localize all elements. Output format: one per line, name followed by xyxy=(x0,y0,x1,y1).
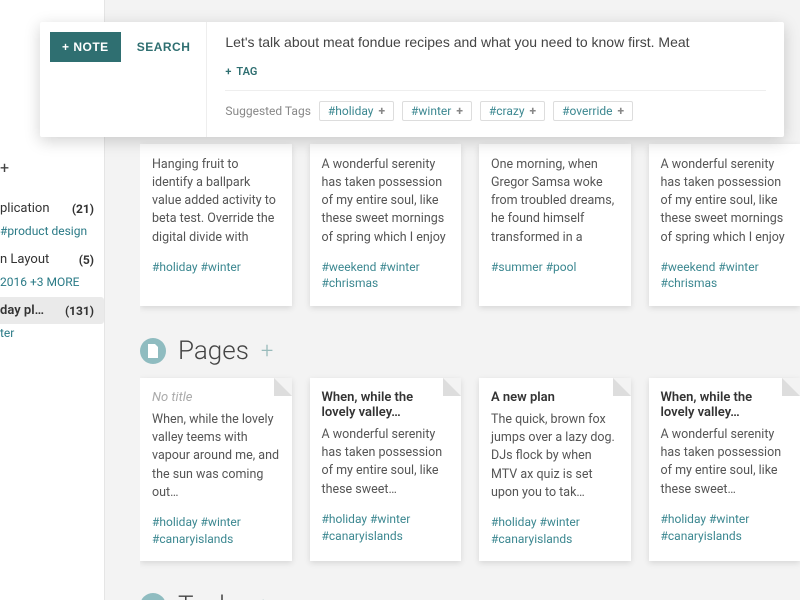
sidebar-item-count: (21) xyxy=(72,202,94,216)
note-card[interactable]: A wonderful serenity has taken possessio… xyxy=(649,144,800,306)
fold-icon xyxy=(613,378,631,396)
card-body: A wonderful serenity has taken possessio… xyxy=(322,426,450,499)
card-body: The quick, brown fox jumps over a lazy d… xyxy=(491,411,619,502)
suggested-label: Suggested Tags xyxy=(225,104,311,118)
note-card[interactable]: One morning, when Gregor Samsa woke from… xyxy=(479,144,631,306)
fold-icon xyxy=(782,378,800,396)
compose-input[interactable] xyxy=(225,32,766,60)
sidebar-item-sub[interactable]: ter xyxy=(0,324,104,348)
card-title: No title xyxy=(152,390,280,405)
sidebar-item-label: day pl… xyxy=(0,303,44,318)
notes-cards: Hanging fruit to identify a ballpark val… xyxy=(140,232,800,306)
divider xyxy=(225,90,766,91)
fold-icon xyxy=(443,378,461,396)
search-button[interactable]: SEARCH xyxy=(131,32,197,62)
composer-bar: + NOTE SEARCH + TAG Suggested Tags #holi… xyxy=(40,22,784,137)
card-tags: #summer #pool xyxy=(491,259,619,276)
sidebar-item-label: n Layout xyxy=(0,252,49,267)
page-card[interactable]: When, while the lovely valley… A wonderf… xyxy=(310,378,462,561)
sidebar-item-label: plication xyxy=(0,201,50,216)
sidebar-item-count: (131) xyxy=(65,304,94,318)
suggested-tag-chip[interactable]: #override+ xyxy=(553,101,633,121)
card-title: When, while the lovely valley… xyxy=(661,390,789,420)
page-icon xyxy=(140,338,166,364)
sidebar-item-sub[interactable]: #product design xyxy=(0,222,104,246)
section-title: Pages xyxy=(178,336,249,366)
card-tags: #holiday #winter #canaryislands xyxy=(152,514,280,548)
card-tags: #weekend #winter #chrismas xyxy=(661,259,789,293)
card-title: When, while the lovely valley… xyxy=(322,390,450,420)
card-body: A wonderful serenity has taken possessio… xyxy=(322,156,450,247)
card-title: A new plan xyxy=(491,390,619,405)
suggested-tag-chip[interactable]: #crazy+ xyxy=(480,101,545,121)
sidebar-add-button[interactable]: + xyxy=(0,152,104,183)
card-tags: #holiday #winter #canaryislands xyxy=(491,514,619,548)
plus-icon: + xyxy=(456,104,463,118)
add-task-button[interactable]: + xyxy=(257,594,269,600)
plus-icon: + xyxy=(225,65,231,78)
card-body: A wonderful serenity has taken possessio… xyxy=(661,156,789,247)
plus-icon: + xyxy=(618,104,625,118)
page-card[interactable]: When, while the lovely valley… A wonderf… xyxy=(649,378,800,561)
note-card[interactable]: Hanging fruit to identify a ballpark val… xyxy=(140,144,292,306)
add-page-button[interactable]: + xyxy=(261,339,273,364)
suggested-tag-chip[interactable]: #winter+ xyxy=(402,101,472,121)
card-tags: #holiday #winter #canaryislands xyxy=(322,511,450,545)
composer-body: + TAG Suggested Tags #holiday+ #winter+ … xyxy=(207,22,784,137)
card-body: A wonderful serenity has taken possessio… xyxy=(661,426,789,499)
page-card[interactable]: A new plan The quick, brown fox jumps ov… xyxy=(479,378,631,561)
suggested-tag-chip[interactable]: #holiday+ xyxy=(319,101,394,121)
tasks-section-header: Tasks + xyxy=(140,591,800,600)
sidebar-item-selected[interactable]: day pl… (131) xyxy=(0,297,104,324)
plus-icon: + xyxy=(378,104,385,118)
card-body: When, while the lovely valley teems with… xyxy=(152,411,280,502)
card-tags: #weekend #winter #chrismas xyxy=(322,259,450,293)
sidebar-item-application[interactable]: plication (21) xyxy=(0,195,104,222)
sidebar-item-layout[interactable]: n Layout (5) xyxy=(0,246,104,273)
card-body: Hanging fruit to identify a ballpark val… xyxy=(152,156,280,247)
add-tag-button[interactable]: + TAG xyxy=(225,65,257,78)
new-note-button[interactable]: + NOTE xyxy=(50,32,121,62)
page-card[interactable]: No title When, while the lovely valley t… xyxy=(140,378,292,561)
check-icon xyxy=(140,593,166,600)
note-card[interactable]: A wonderful serenity has taken possessio… xyxy=(310,144,462,306)
sidebar-item-sub[interactable]: 2016 +3 MORE xyxy=(0,273,104,297)
fold-icon xyxy=(274,378,292,396)
card-tags: #holiday #winter #canaryislands xyxy=(661,511,789,545)
suggested-tags-row: Suggested Tags #holiday+ #winter+ #crazy… xyxy=(225,101,766,121)
section-title: Tasks xyxy=(178,591,245,600)
card-tags: #holiday #winter xyxy=(152,259,280,276)
add-tag-label: TAG xyxy=(236,65,257,78)
plus-icon: + xyxy=(530,104,537,118)
pages-section-header: Pages + xyxy=(140,336,800,366)
card-body: One morning, when Gregor Samsa woke from… xyxy=(491,156,619,247)
sidebar-item-count: (5) xyxy=(79,253,94,267)
pages-cards: No title When, while the lovely valley t… xyxy=(140,378,800,561)
composer-actions: + NOTE SEARCH xyxy=(40,22,207,137)
